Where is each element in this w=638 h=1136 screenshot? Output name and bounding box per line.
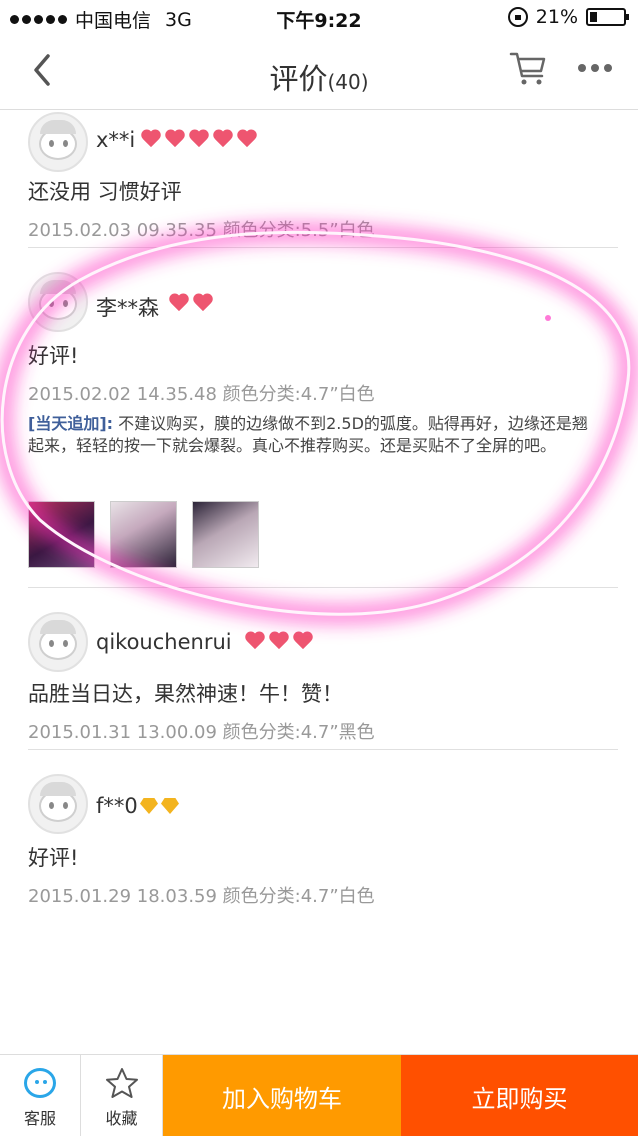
buyer-level-badge (244, 632, 316, 650)
review-item: 李**森 好评! 2015.02.02 14.35.48 颜色分类:4.7”白色… (0, 248, 638, 588)
review-item: x**i 还没用 习惯好评 2015.02.03 09.35.35 颜色分类:5… (0, 110, 638, 248)
review-meta: 2015.01.29 18.03.59 颜色分类:4.7”白色 (28, 886, 375, 907)
review-meta: 2015.01.31 13.00.09 颜色分类:4.7”黑色 (28, 722, 375, 743)
buyer-level-badge (168, 294, 216, 312)
star-icon (106, 1068, 138, 1098)
heart-icon (268, 632, 290, 650)
review-comment: 品胜当日达，果然神速！牛！赞！ (28, 682, 343, 706)
rotation-lock-icon (507, 7, 528, 27)
review-username: 李**森 (96, 296, 159, 320)
avatar[interactable] (28, 612, 88, 672)
add-to-cart-button[interactable]: 加入购物车 (163, 1055, 401, 1136)
buyer-level-badge (140, 130, 260, 148)
review-username: qikouchenrui (96, 630, 232, 654)
heart-icon (244, 632, 266, 650)
avatar[interactable] (28, 774, 88, 834)
cart-icon[interactable] (508, 48, 548, 88)
review-image-thumbnail[interactable] (28, 501, 95, 568)
review-followup: [当天追加]: 不建议购买，膜的边缘做不到2.5D的弧度。贴得再好，边缘还是翘起… (28, 413, 598, 457)
buyer-level-badge (140, 798, 182, 814)
followup-tag: [当天追加]: (28, 414, 114, 433)
review-image-thumbnail[interactable] (192, 501, 259, 568)
review-comment: 好评! (28, 846, 79, 870)
diamond-icon (140, 798, 158, 814)
more-icon[interactable] (578, 64, 612, 74)
review-comment: 好评! (28, 344, 79, 368)
status-bar: 中国电信 3G 下午9:22 21% (0, 0, 638, 36)
review-count: (40) (327, 70, 369, 94)
nav-bar: 评价(40) (0, 36, 638, 110)
review-meta: 2015.02.03 09.35.35 颜色分类:5.5”白色 (28, 220, 375, 241)
heart-icon (140, 130, 162, 148)
avatar[interactable] (28, 112, 88, 172)
review-item: qikouchenrui 品胜当日达，果然神速！牛！赞！ 2015.01.31 … (0, 588, 638, 750)
bottom-action-bar: 客服 收藏 加入购物车 立即购买 (0, 1054, 638, 1136)
heart-icon (168, 294, 190, 312)
review-item: f**0 好评! 2015.01.29 18.03.59 颜色分类:4.7”白色 (0, 750, 638, 910)
avatar[interactable] (28, 272, 88, 332)
battery-icon (586, 8, 629, 26)
diamond-icon (161, 798, 179, 814)
heart-icon (164, 130, 186, 148)
customer-service-label: 客服 (23, 1109, 56, 1128)
review-image-thumbnail[interactable] (110, 501, 177, 568)
favorite-label: 收藏 (105, 1109, 138, 1128)
review-meta: 2015.02.02 14.35.48 颜色分类:4.7”白色 (28, 384, 375, 405)
buy-now-button[interactable]: 立即购买 (401, 1055, 638, 1136)
review-images (28, 501, 259, 568)
page-title-text: 评价 (269, 62, 328, 96)
review-username: f**0 (96, 794, 138, 818)
chat-bubble-icon (24, 1068, 56, 1098)
heart-icon (236, 130, 258, 148)
review-username: x**i (96, 128, 136, 152)
heart-icon (188, 130, 210, 148)
heart-icon (192, 294, 214, 312)
favorite-button[interactable]: 收藏 (81, 1055, 163, 1136)
review-comment: 还没用 习惯好评 (28, 180, 182, 204)
battery-percent: 21% (535, 6, 578, 28)
heart-icon (292, 632, 314, 650)
customer-service-button[interactable]: 客服 (0, 1055, 81, 1136)
heart-icon (212, 130, 234, 148)
